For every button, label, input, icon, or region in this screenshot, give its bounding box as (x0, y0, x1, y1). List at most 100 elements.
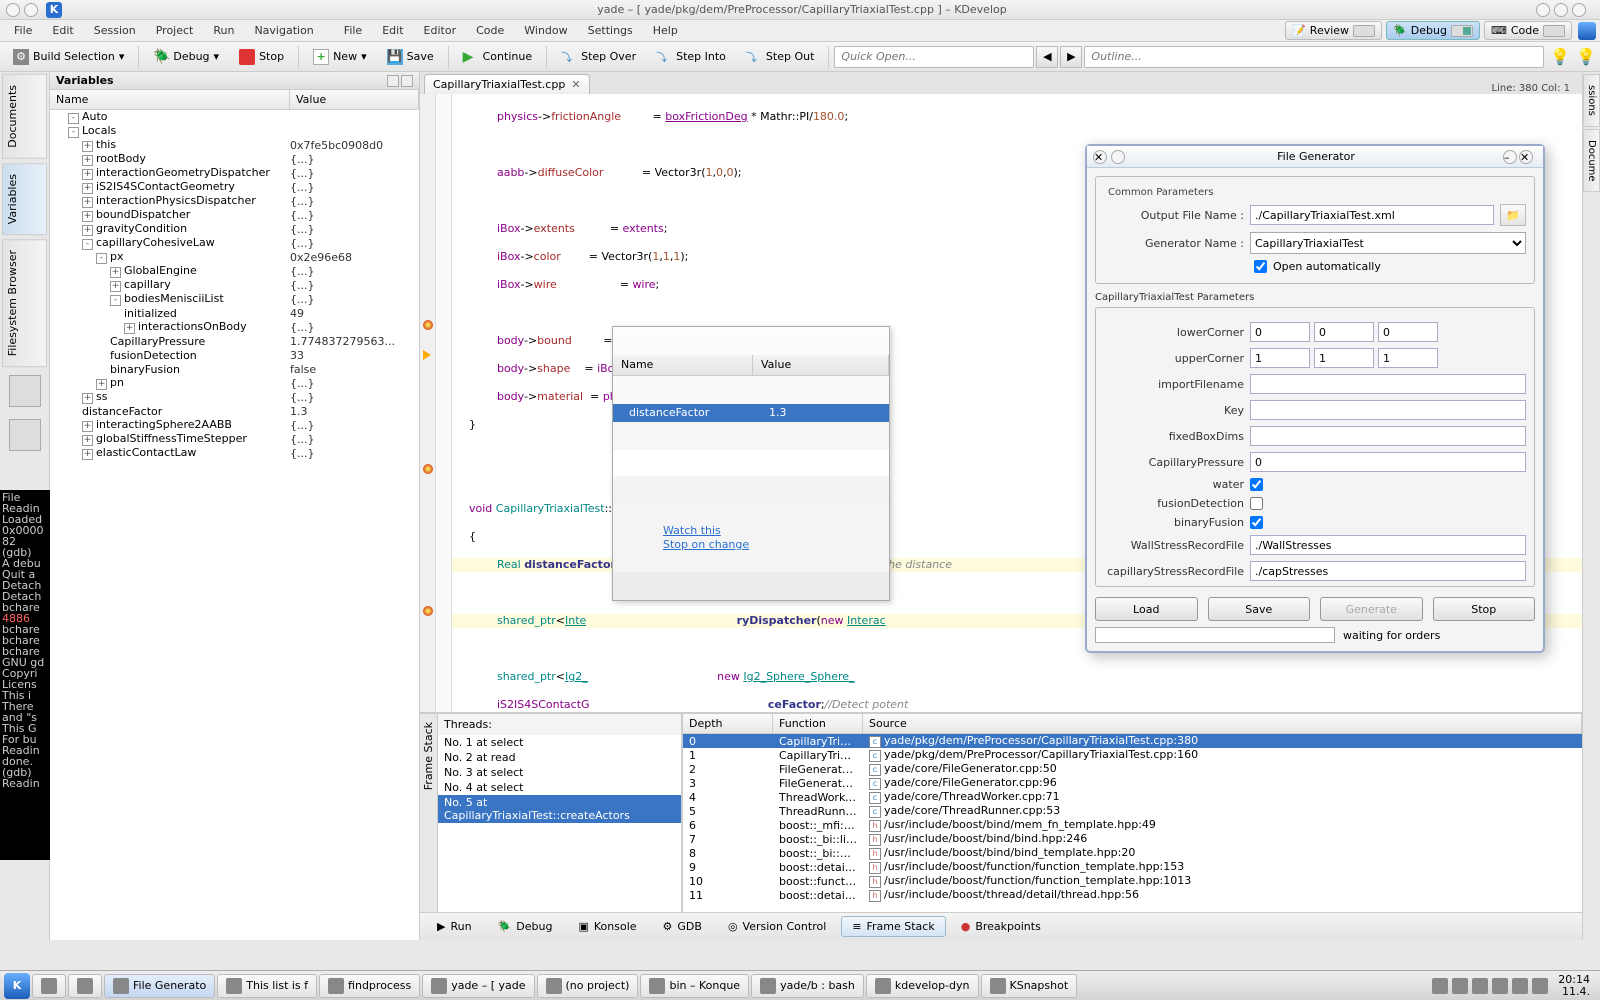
quick-open-back[interactable]: ◀ (1036, 46, 1058, 68)
btn-breakpoints[interactable]: ●Breakpoints (950, 916, 1052, 937)
var-row[interactable]: +gravityCondition{...} (50, 222, 419, 236)
lower-y[interactable] (1314, 322, 1374, 342)
stop-button2[interactable]: Stop (1433, 597, 1536, 621)
file-tab[interactable]: CapillaryTriaxialTest.cpp ✕ (424, 74, 590, 94)
var-row[interactable]: -bodiesMenisciiList{...} (50, 292, 419, 306)
var-row[interactable]: +pn{...} (50, 376, 419, 390)
task-item[interactable]: yade – [ yade (422, 974, 534, 998)
tab-fs-browser[interactable]: Filesystem Browser (2, 239, 47, 367)
btn-frame-stack[interactable]: ≡Frame Stack (841, 916, 945, 937)
clock[interactable]: 20:1411.4. (1552, 974, 1596, 998)
stack-row[interactable]: 4ThreadWorker:...cyade/core/ThreadWorker… (683, 790, 1582, 804)
variables-tree[interactable]: -Auto-Locals+this0x7fe5bc0908d0+rootBody… (50, 110, 419, 940)
close-button[interactable] (1572, 3, 1586, 17)
breakpoint-gutter[interactable] (420, 94, 436, 712)
menu-help[interactable]: Help (643, 21, 688, 40)
tab-documents[interactable]: Documents (2, 74, 47, 159)
dock-icon-2[interactable] (9, 419, 41, 451)
col-function[interactable]: Function (773, 714, 863, 733)
thread-row[interactable]: No. 4 at select (438, 780, 681, 795)
var-row[interactable]: +ss{...} (50, 390, 419, 404)
dock-icon-1[interactable] (9, 375, 41, 407)
tray-icon[interactable] (1532, 978, 1548, 994)
var-row[interactable]: +capillary{...} (50, 278, 419, 292)
debug-button[interactable]: Debug▾ (144, 45, 228, 69)
var-row[interactable]: -capillaryCohesiveLaw{...} (50, 236, 419, 250)
var-row[interactable]: +interactionPhysicsDispatcher{...} (50, 194, 419, 208)
btn-konsole[interactable]: ▣Konsole (567, 916, 647, 937)
stack-row[interactable]: 11boost::detail::...h/usr/include/boost/… (683, 888, 1582, 902)
col-depth[interactable]: Depth (683, 714, 773, 733)
close-tab-icon[interactable]: ✕ (571, 78, 580, 91)
step-out-button[interactable]: Step Out (737, 45, 824, 69)
generate-button[interactable]: Generate (1320, 597, 1423, 621)
task-item[interactable]: findprocess (319, 974, 420, 998)
thread-row[interactable]: No. 1 at select (438, 735, 681, 750)
var-row[interactable]: fusionDetection33 (50, 348, 419, 362)
stop-on-change-link[interactable]: Stop on change (663, 538, 749, 551)
col-source[interactable]: Source (863, 714, 1582, 733)
upper-z[interactable] (1378, 348, 1438, 368)
dlg-close-left[interactable]: ✕ (1093, 150, 1107, 164)
lower-z[interactable] (1378, 322, 1438, 342)
wall-input[interactable] (1250, 535, 1526, 555)
step-over-button[interactable]: Step Over (552, 45, 645, 69)
tray-icon[interactable] (1472, 978, 1488, 994)
quicklaunch-2[interactable] (68, 974, 102, 998)
task-item[interactable]: kdevelop-dyn (866, 974, 979, 998)
tray-icon[interactable] (1432, 978, 1448, 994)
menu-edit[interactable]: Edit (42, 21, 83, 40)
fixed-input[interactable] (1250, 426, 1526, 446)
mode-review[interactable]: 📝Review (1285, 21, 1382, 40)
stop-button[interactable]: Stop (230, 45, 293, 69)
stack-row[interactable]: 0CapillaryTriaxi...cyade/pkg/dem/PreProc… (683, 734, 1582, 748)
save-button[interactable]: Save (378, 45, 443, 69)
stack-row[interactable]: 1CapillaryTriaxi...cyade/pkg/dem/PreProc… (683, 748, 1582, 762)
stack-row[interactable]: 8boost::_bi::bin...h/usr/include/boost/b… (683, 846, 1582, 860)
kde-menu-icon[interactable] (1578, 22, 1596, 40)
var-row[interactable]: +this0x7fe5bc0908d0 (50, 138, 419, 152)
var-row[interactable]: +interactionsOnBody{...} (50, 320, 419, 334)
tab-documentation[interactable]: Docume (1583, 129, 1600, 193)
task-item[interactable]: yade/b : bash (751, 974, 864, 998)
stack-row[interactable]: 9boost::detail::...h/usr/include/boost/f… (683, 860, 1582, 874)
quicklaunch-1[interactable] (32, 974, 66, 998)
stack-row[interactable]: 2FileGenerator::...cyade/core/FileGenera… (683, 762, 1582, 776)
hint-icon-2[interactable] (1576, 47, 1596, 67)
window-pin-button[interactable] (24, 3, 38, 17)
dlg-minimize[interactable]: – (1503, 150, 1517, 164)
var-row[interactable]: +iS2IS4SContactGeometry{...} (50, 180, 419, 194)
step-into-button[interactable]: Step Into (647, 45, 735, 69)
task-item[interactable]: File Generato (104, 974, 215, 998)
panel-opt-button[interactable] (387, 75, 399, 87)
var-row[interactable]: -px0x2e96e68 (50, 250, 419, 264)
minimize-button[interactable] (1536, 3, 1550, 17)
task-item[interactable]: This list is f (217, 974, 317, 998)
var-row[interactable]: +interactionGeometryDispatcher{...} (50, 166, 419, 180)
var-row[interactable]: +GlobalEngine{...} (50, 264, 419, 278)
stack-row[interactable]: 5ThreadRunner:...cyade/core/ThreadRunner… (683, 804, 1582, 818)
menu-session[interactable]: Session (84, 21, 146, 40)
menu-run[interactable]: Run (203, 21, 244, 40)
load-button[interactable]: Load (1095, 597, 1198, 621)
upper-y[interactable] (1314, 348, 1374, 368)
watch-link[interactable]: Watch this (663, 524, 721, 537)
browse-button[interactable]: 📁 (1500, 204, 1526, 226)
btn-run[interactable]: ▶Run (426, 916, 483, 937)
lower-x[interactable] (1250, 322, 1310, 342)
dlg-close[interactable]: ✕ (1519, 150, 1533, 164)
menu-code[interactable]: Code (466, 21, 514, 40)
water-checkbox[interactable] (1250, 478, 1263, 491)
btn-gdb[interactable]: ⚙GDB (652, 916, 713, 937)
fold-gutter[interactable] (436, 94, 452, 712)
tray-icon[interactable] (1452, 978, 1468, 994)
mode-debug[interactable]: 🪲Debug (1386, 21, 1480, 40)
thread-row[interactable]: No. 3 at select (438, 765, 681, 780)
var-row[interactable]: +elasticContactLaw{...} (50, 446, 419, 460)
quick-open-fwd[interactable]: ▶ (1060, 46, 1082, 68)
stack-row[interactable]: 10boost::functio...h/usr/include/boost/f… (683, 874, 1582, 888)
var-row[interactable]: -Locals (50, 124, 419, 138)
stack-row[interactable]: 6boost::_mfi::...h/usr/include/boost/bin… (683, 818, 1582, 832)
var-row[interactable]: +globalStiffnessTimeStepper{...} (50, 432, 419, 446)
dlg-menu[interactable] (1111, 150, 1125, 164)
